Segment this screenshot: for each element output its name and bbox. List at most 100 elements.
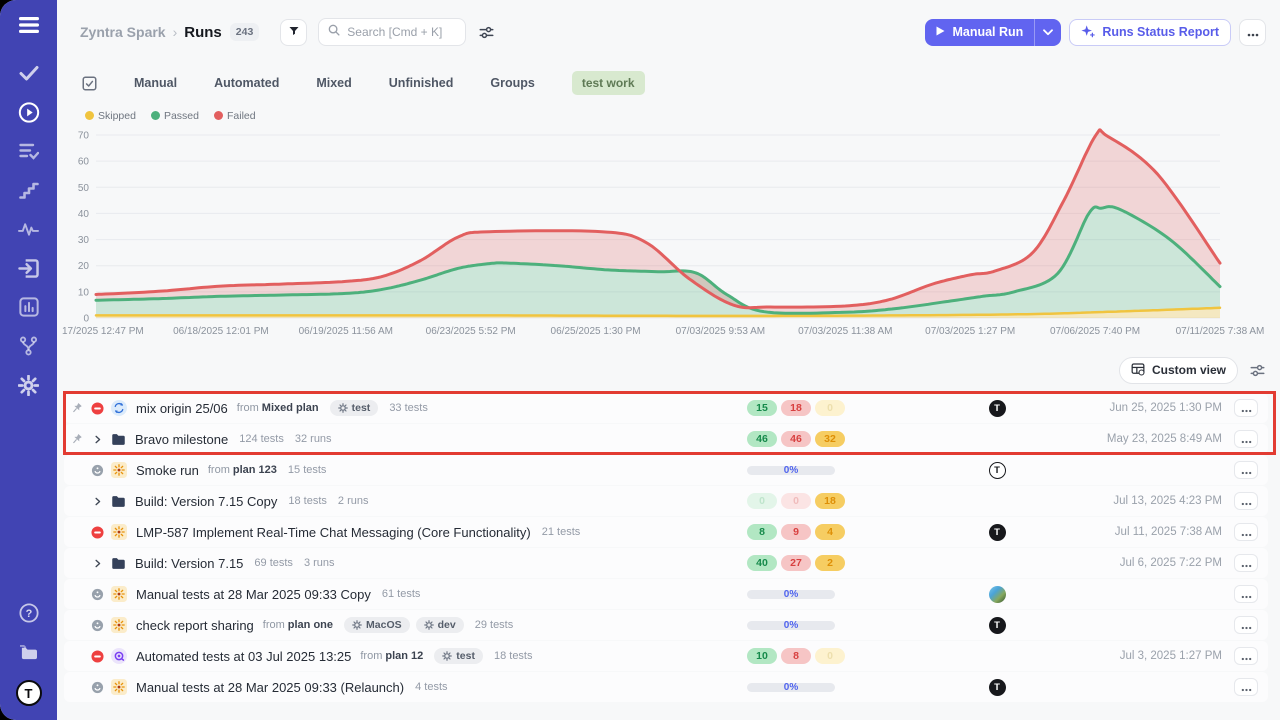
projects-icon[interactable] [18, 641, 40, 663]
row-menu-button[interactable] [1234, 461, 1258, 479]
sidebar-item-tasks[interactable] [18, 62, 40, 84]
more-dots-icon [1241, 618, 1252, 633]
run-title[interactable]: Smoke run [136, 463, 199, 478]
more-dots-icon [1241, 432, 1252, 447]
sidebar-item-runs-active[interactable] [18, 101, 40, 123]
row-menu-button[interactable] [1234, 430, 1258, 448]
filter-button[interactable] [280, 19, 307, 46]
search-input[interactable] [347, 25, 456, 39]
run-row-4[interactable]: Build: Version 7.15 Copy 18 tests 2 runs… [64, 486, 1268, 516]
gear-icon [424, 620, 434, 630]
chevron-down-icon[interactable] [1035, 29, 1061, 36]
tab-groups[interactable]: Groups [490, 76, 534, 90]
row-menu-button[interactable] [1234, 616, 1258, 634]
runs-status-report-button[interactable]: Runs Status Report [1069, 19, 1231, 46]
sliders-icon[interactable] [479, 25, 494, 40]
sidebar-item-pulse[interactable] [18, 218, 40, 240]
row-menu-button[interactable] [1234, 647, 1258, 665]
run-assignee: T [977, 679, 1017, 696]
run-row-10[interactable]: Manual tests at 28 Mar 2025 09:33 (Relau… [64, 672, 1268, 702]
row-menu-button[interactable] [1234, 585, 1258, 603]
run-row-1[interactable]: mix origin 25/06 fromMixed plan test 33 … [64, 393, 1268, 423]
env-tag-dev[interactable]: dev [416, 617, 464, 633]
stop-icon[interactable] [91, 526, 104, 539]
filter-tag-test-work[interactable]: test work [572, 71, 645, 95]
run-row-3[interactable]: Smoke run fromplan 123 15 tests 0% T [64, 455, 1268, 485]
sidebar-item-settings[interactable] [18, 374, 40, 396]
more-dots-icon [1241, 401, 1252, 416]
run-results: 894 [747, 524, 859, 540]
run-title[interactable]: Manual tests at 28 Mar 2025 09:33 (Relau… [136, 680, 404, 695]
sidebar-item-import[interactable] [18, 257, 40, 279]
run-assignee: T [977, 400, 1017, 417]
svg-text:07/11/2025 7:38 AM: 07/11/2025 7:38 AM [1176, 326, 1265, 337]
run-title[interactable]: Manual tests at 28 Mar 2025 09:33 Copy [136, 587, 371, 602]
row-menu-button[interactable] [1234, 678, 1258, 696]
header-more-button[interactable] [1239, 19, 1266, 46]
status-dot-icon[interactable] [91, 681, 104, 694]
run-row-6[interactable]: Build: Version 7.15 69 tests 3 runs 4027… [64, 548, 1268, 578]
env-tag-test[interactable]: test [434, 648, 483, 664]
avatar[interactable]: T [989, 679, 1006, 696]
avatar[interactable]: T [989, 462, 1006, 479]
passed-count-badge: 8 [747, 524, 777, 540]
avatar[interactable]: T [989, 524, 1006, 541]
run-title[interactable]: Build: Version 7.15 [135, 556, 243, 571]
stop-icon[interactable] [91, 650, 104, 663]
stop-icon[interactable] [91, 402, 104, 415]
sidebar-item-branches[interactable] [18, 335, 40, 357]
view-settings-icon[interactable] [1250, 363, 1265, 378]
avatar[interactable]: T [989, 617, 1006, 634]
avatar[interactable]: T [989, 400, 1006, 417]
menu-icon[interactable] [18, 14, 40, 36]
run-title[interactable]: LMP-587 Implement Real-Time Chat Messagi… [136, 525, 531, 540]
manual-run-button[interactable]: Manual Run [925, 19, 1061, 46]
run-row-8[interactable]: check report sharing fromplan one MacOSd… [64, 610, 1268, 640]
search-box[interactable] [318, 18, 466, 46]
run-assignee: T [977, 462, 1017, 479]
breadcrumb-project[interactable]: Zyntra Spark [80, 24, 166, 40]
sidebar-item-analytics[interactable] [18, 296, 40, 318]
row-menu-button[interactable] [1234, 492, 1258, 510]
run-results: 0018 [747, 493, 859, 509]
page-header: Zyntra Spark › Runs 243 Manual Run [57, 0, 1280, 46]
run-row-2[interactable]: Bravo milestone 124 tests 32 runs 464632… [64, 424, 1268, 454]
run-row-7[interactable]: Manual tests at 28 Mar 2025 09:33 Copy 6… [64, 579, 1268, 609]
status-dot-icon[interactable] [91, 588, 104, 601]
user-avatar[interactable]: T [16, 680, 42, 706]
row-menu-button[interactable] [1234, 399, 1258, 417]
failed-count-badge: 18 [781, 400, 811, 416]
run-title[interactable]: Bravo milestone [135, 432, 228, 447]
tab-automated[interactable]: Automated [214, 76, 279, 90]
search-icon [328, 23, 340, 41]
select-runs-icon[interactable] [82, 76, 97, 91]
run-title[interactable]: Build: Version 7.15 Copy [135, 494, 277, 509]
run-row-5[interactable]: LMP-587 Implement Real-Time Chat Messagi… [64, 517, 1268, 547]
custom-view-button[interactable]: Custom view [1119, 357, 1238, 384]
status-dot-icon[interactable] [91, 619, 104, 632]
help-icon[interactable]: ? [18, 602, 40, 624]
run-title[interactable]: check report sharing [136, 618, 254, 633]
env-tag-test[interactable]: test [330, 400, 379, 416]
sidebar-item-test-plans[interactable] [18, 140, 40, 162]
avatar[interactable] [989, 586, 1006, 603]
tab-manual[interactable]: Manual [134, 76, 177, 90]
run-title[interactable]: Automated tests at 03 Jul 2025 13:25 [136, 649, 351, 664]
tab-unfinished[interactable]: Unfinished [389, 76, 454, 90]
svg-text:30: 30 [78, 235, 90, 246]
row-menu-button[interactable] [1234, 523, 1258, 541]
tab-mixed[interactable]: Mixed [316, 76, 351, 90]
run-row-9[interactable]: Automated tests at 03 Jul 2025 13:25 fro… [64, 641, 1268, 671]
run-date: May 23, 2025 8:49 AM [1017, 433, 1234, 445]
chevron-right-icon[interactable] [91, 434, 104, 445]
chevron-right-icon[interactable] [91, 496, 104, 507]
chevron-right-icon[interactable] [91, 558, 104, 569]
svg-text:07/06/2025 7:40 PM: 07/06/2025 7:40 PM [1050, 326, 1140, 337]
sidebar-item-milestones[interactable] [18, 179, 40, 201]
more-dots-icon [1241, 680, 1252, 695]
env-tag-macos[interactable]: MacOS [344, 617, 410, 633]
legend-item-passed: Passed [151, 110, 199, 122]
status-dot-icon[interactable] [91, 464, 104, 477]
run-title[interactable]: mix origin 25/06 [136, 401, 228, 416]
row-menu-button[interactable] [1234, 554, 1258, 572]
